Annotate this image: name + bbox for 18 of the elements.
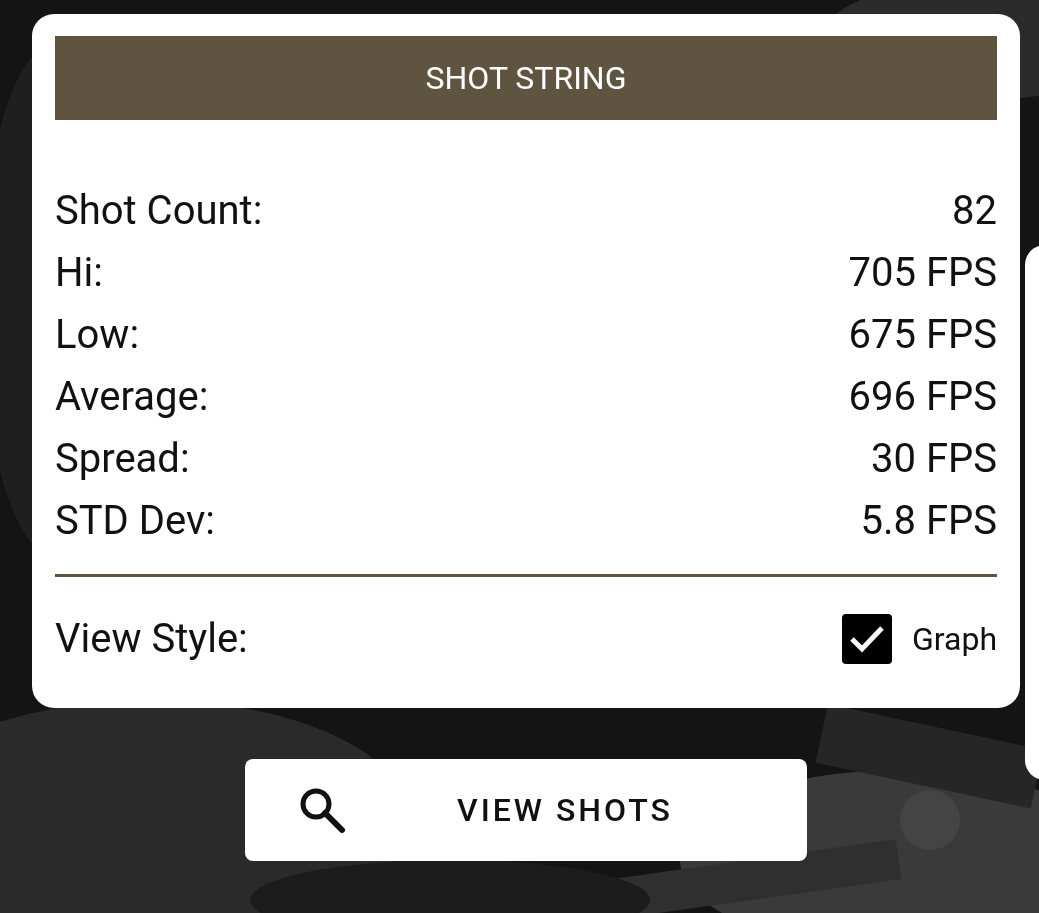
card-header: SHOT STRING: [55, 36, 997, 120]
check-icon: [849, 624, 885, 654]
stat-label: Low:: [55, 315, 140, 355]
stat-label: Spread:: [55, 439, 190, 479]
view-shots-button[interactable]: VIEW SHOTS: [245, 759, 807, 861]
stat-label: Hi:: [55, 253, 103, 293]
stat-label: Average:: [55, 377, 209, 417]
stat-label: STD Dev:: [55, 501, 216, 541]
stat-value: 705 FPS: [848, 253, 997, 293]
graph-checkbox[interactable]: [842, 614, 892, 664]
stat-value: 675 FPS: [848, 315, 997, 355]
graph-label: Graph: [912, 623, 997, 655]
stat-value: 696 FPS: [848, 377, 997, 417]
stat-value: 30 FPS: [871, 439, 997, 479]
stat-value: 82: [952, 191, 997, 231]
view-style-label: View Style:: [55, 619, 248, 659]
stat-value: 5.8 FPS: [860, 501, 997, 541]
stat-label: Shot Count:: [55, 191, 263, 231]
